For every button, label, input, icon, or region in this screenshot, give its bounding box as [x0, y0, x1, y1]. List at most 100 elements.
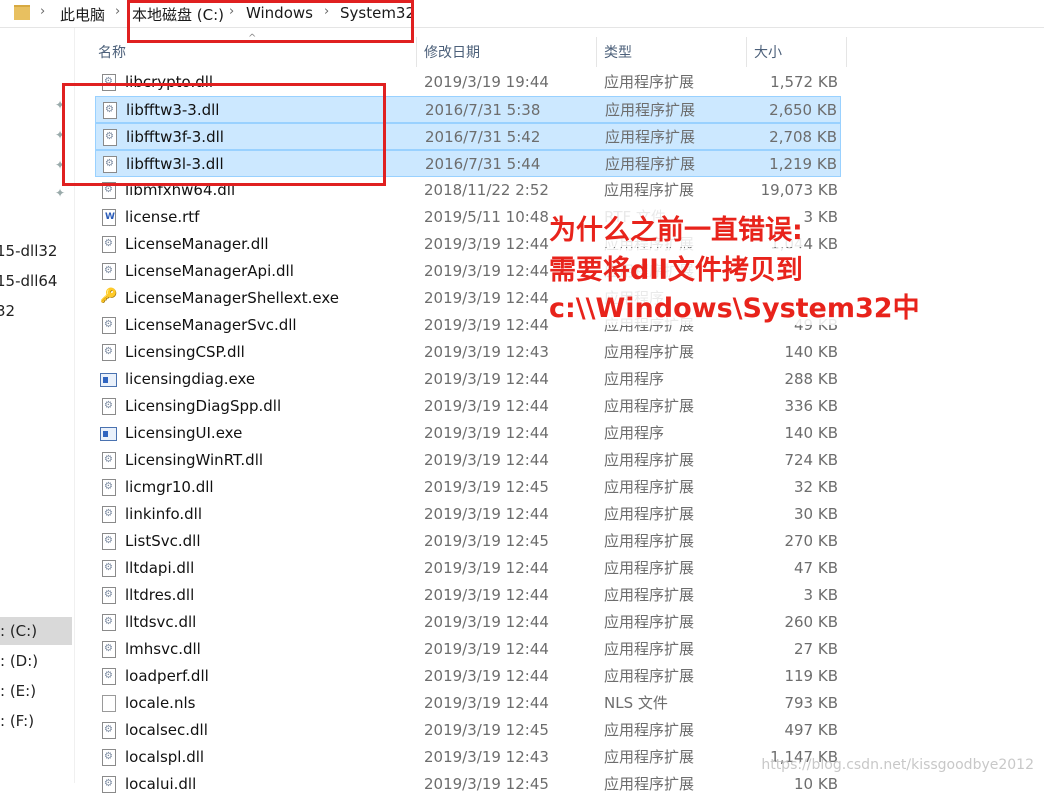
sort-up-icon: ^ [248, 33, 257, 44]
file-size: 336 KB [784, 397, 838, 415]
file-size: 288 KB [784, 370, 838, 388]
file-date: 2018/11/22 2:52 [424, 181, 549, 199]
file-type: 应用程序扩展 [604, 73, 695, 91]
navigation-pane[interactable]: ✦ ✦ ✦ ✦ 15-dll32 15-dll64 32 : (C:) : (D… [0, 28, 75, 783]
dll-file-icon [102, 479, 116, 496]
file-size: 2,650 KB [769, 101, 837, 119]
file-row[interactable]: lltdapi.dll 2019/3/19 12:44 应用程序扩展 47 KB [95, 555, 841, 582]
file-row[interactable]: localspl.dll2019/3/19 12:43应用程序扩展1,147 K… [95, 744, 841, 771]
file-row[interactable]: libfftw3f-3.dll 2016/7/31 5:42 应用程序扩展 2,708… [95, 123, 841, 150]
file-date: 2019/3/19 12:44 [424, 559, 549, 577]
folder-icon [14, 5, 30, 20]
file-type: 应用程序扩展 [605, 101, 696, 119]
file-size: 3 KB [803, 586, 838, 604]
file-type: 应用程序扩展 [605, 155, 696, 173]
dll-file-icon [102, 641, 116, 658]
file-name: LicensingCSP.dll [125, 343, 245, 361]
file-type: 应用程序扩展 [604, 559, 695, 577]
breadcrumb-local-disk-c[interactable]: 本地磁盘 (C:) [132, 4, 224, 25]
file-row[interactable]: lmhsvc.dll 2019/3/19 12:44 应用程序扩展 27 KB [95, 636, 841, 663]
file-type: 应用程序扩展 [604, 343, 695, 361]
file-row[interactable]: ListSvc.dll 2019/3/19 12:45 应用程序扩展 270 KB [95, 528, 841, 555]
file-name: libfftw3f-3.dll [126, 128, 224, 146]
file-name: lltdres.dll [125, 586, 195, 604]
file-row[interactable]: licmgr10.dll 2019/3/19 12:45 应用程序扩展 32 KB [95, 474, 841, 501]
file-date: 2019/3/19 12:44 [424, 505, 549, 523]
pin-icon: ✦ [55, 158, 66, 172]
file-row[interactable]: linkinfo.dll 2019/3/19 12:44 应用程序扩展 30 KB [95, 501, 841, 528]
dll-file-icon [103, 129, 117, 146]
file-type: 应用程序扩展 [604, 667, 695, 685]
nav-item-32[interactable]: 32 [0, 297, 68, 325]
nav-item-drive-c[interactable]: : (C:) [0, 617, 72, 645]
file-row[interactable]: LicensingUI.exe 2019/3/19 12:44 应用程序 140 KB [95, 420, 841, 447]
file-type: 应用程序扩展 [604, 613, 695, 631]
file-date: 2019/3/19 19:44 [424, 73, 549, 91]
file-row[interactable]: lltdsvc.dll 2019/3/19 12:44 应用程序扩展 260 KB [95, 609, 841, 636]
nav-item-drive-e[interactable]: : (E:) [0, 677, 72, 705]
file-row[interactable]: libcrypto.dll 2019/3/19 19:44 应用程序扩展 1,572 … [95, 69, 841, 96]
nav-item-drive-f[interactable]: : (F:) [0, 707, 72, 735]
file-name: lmhsvc.dll [125, 640, 201, 658]
breadcrumb-windows[interactable]: Windows [246, 4, 313, 22]
dll-file-icon [102, 74, 116, 91]
breadcrumb-system32[interactable]: System32 [340, 4, 415, 22]
file-type: 应用程序扩展 [604, 451, 695, 469]
file-size: 724 KB [784, 451, 838, 469]
file-row[interactable]: licensingdiag.exe 2019/3/19 12:44 应用程序 288 … [95, 366, 841, 393]
file-name: lltdapi.dll [125, 559, 195, 577]
file-type: 应用程序扩展 [604, 181, 695, 199]
file-type: 应用程序扩展 [604, 397, 695, 415]
file-type: 应用程序扩展 [604, 505, 695, 523]
file-row[interactable]: loadperf.dll 2019/3/19 12:44 应用程序扩展 119 KB [95, 663, 841, 690]
file-type: 应用程序 [604, 370, 665, 388]
address-bar[interactable]: › 此电脑 › 本地磁盘 (C:) › Windows › System32 [0, 0, 1044, 28]
file-row[interactable]: localsec.dll 2019/3/19 12:45 应用程序扩展 497 KB [95, 717, 841, 744]
nav-item-drive-d[interactable]: : (D:) [0, 647, 72, 675]
column-header-date[interactable]: 修改日期 [424, 40, 480, 66]
file-name: LicensingUI.exe [125, 424, 243, 442]
column-header-type[interactable]: 类型 [604, 40, 632, 66]
file-type: 应用程序扩展 [604, 775, 695, 793]
file-row[interactable]: lltdres.dll 2019/3/19 12:44 应用程序扩展 3 KB [95, 582, 841, 609]
file-type: 应用程序扩展 [604, 532, 695, 550]
column-divider[interactable] [846, 37, 847, 67]
file-name: license.rtf [125, 208, 200, 226]
file-row[interactable]: libfftw3-3.dll 2016/7/31 5:38 应用程序扩展 2,650 … [95, 96, 841, 123]
exe-file-icon [100, 427, 117, 441]
breadcrumb-this-pc[interactable]: 此电脑 [60, 4, 105, 25]
file-type: 应用程序扩展 [604, 748, 695, 766]
file-name: LicenseManager.dll [125, 235, 269, 253]
file-row[interactable]: libmfxhw64.dll 2018/11/22 2:52 应用程序扩展 19,07… [95, 177, 841, 204]
column-divider[interactable] [596, 37, 597, 67]
file-date: 2019/3/19 12:45 [424, 721, 549, 739]
dll-file-icon [102, 317, 116, 334]
file-row[interactable]: LicensingCSP.dll 2019/3/19 12:43 应用程序扩展 140… [95, 339, 841, 366]
column-header-size[interactable]: 大小 [754, 40, 782, 66]
file-row[interactable]: libfftw3l-3.dll 2016/7/31 5:44 应用程序扩展 1,219… [95, 150, 841, 177]
file-date: 2019/3/19 12:43 [424, 343, 549, 361]
dll-file-icon [103, 102, 117, 119]
file-date: 2019/3/19 12:44 [424, 451, 549, 469]
file-date: 2019/3/19 12:44 [424, 640, 549, 658]
file-row[interactable]: locale.nls 2019/3/19 12:44 NLS 文件 793 KB [95, 690, 841, 717]
nav-item-dll64[interactable]: 15-dll64 [0, 267, 68, 295]
file-size: 32 KB [794, 478, 838, 496]
file-type: NLS 文件 [604, 694, 668, 712]
column-header-name[interactable]: 名称 [98, 40, 126, 66]
nav-item-dll32[interactable]: 15-dll32 [0, 237, 68, 265]
file-row[interactable]: LicensingDiagSpp.dll 2019/3/19 12:44 应用程序扩… [95, 393, 841, 420]
column-divider[interactable] [416, 37, 417, 67]
chevron-right-icon: › [324, 4, 330, 19]
file-date: 2019/3/19 12:44 [424, 235, 549, 253]
file-row[interactable]: localui.dll 2019/3/19 12:45 应用程序扩展 10 KB [95, 771, 841, 798]
file-name: libfftw3-3.dll [126, 101, 220, 119]
dll-file-icon [102, 452, 116, 469]
file-size: 10 KB [794, 775, 838, 793]
file-date: 2019/3/19 12:44 [424, 613, 549, 631]
column-divider[interactable] [746, 37, 747, 67]
dll-file-icon [103, 156, 117, 173]
pin-icon: ✦ [55, 186, 66, 200]
file-row[interactable]: LicensingWinRT.dll 2019/3/19 12:44 应用程序扩展 7… [95, 447, 841, 474]
file-date: 2016/7/31 5:38 [425, 101, 541, 119]
